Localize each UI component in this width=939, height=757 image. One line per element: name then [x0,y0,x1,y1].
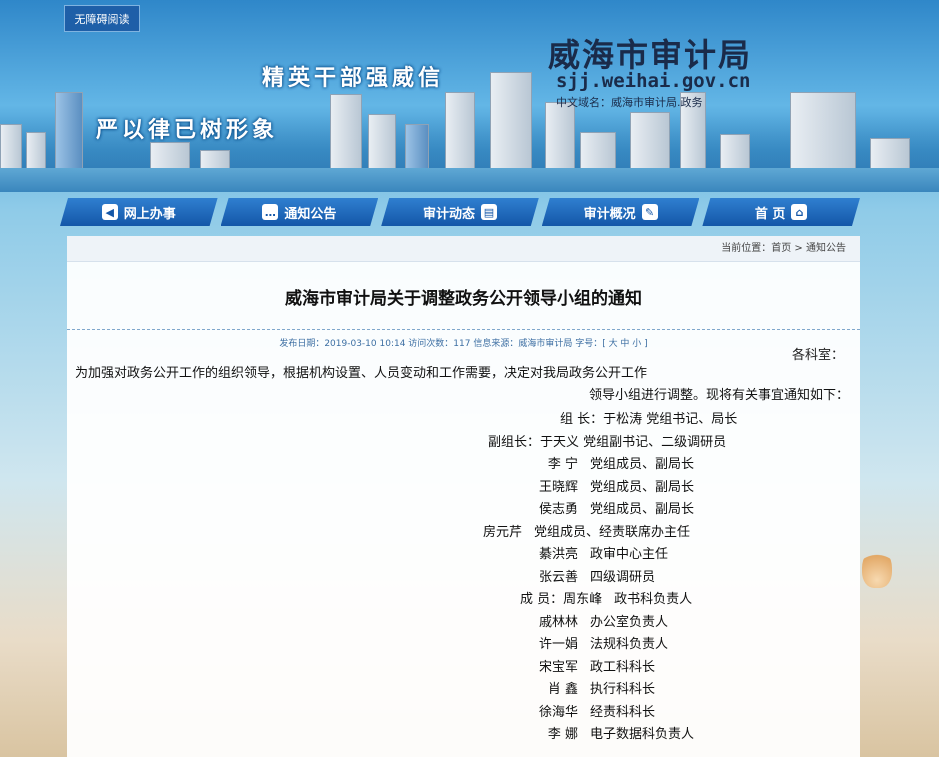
member-name: 徐海华 [538,704,578,720]
site-cn-domain: 中文域名：威海市审计局.政务 [556,96,703,109]
speaker-icon: ◀ [102,204,118,220]
member-role: 政审中心主任 [590,547,669,562]
accessibility-reading-button[interactable]: 无障碍阅读 [64,5,140,32]
list-item: 李 宁 党组成员、副局长 [520,454,737,477]
member-role: 政书科负责人 [614,592,693,607]
breadcrumb: 当前位置：首页 > 通知公告 [67,236,860,262]
list-item: 徐海华 经责科科长 [520,702,737,725]
member-name: 肖 鑫 [547,682,578,697]
slogan-1: 精英干部强威信 [262,65,445,91]
nav-label: 审计概况 [583,206,636,222]
member-name: 戚林林 [538,614,578,630]
member-role: 四级调研员 [590,569,656,585]
nav-item-notices[interactable]: … 通知公告 [221,198,379,226]
member-name: 成 员：周东峰 [520,592,603,607]
member-name: 綦洪亮 [538,547,578,562]
member-name: 王晓辉 [538,479,578,495]
list-item: 张云善 四级调研员 [520,567,737,590]
seashell-decoration [862,548,892,588]
book-icon: ▤ [481,204,497,220]
nav-item-home[interactable]: 首 页 ⌂ [702,198,860,226]
member-role: 政工科科长 [590,659,656,675]
member-name: 房元芹 [482,524,522,540]
nav-item-online-service[interactable]: ◀ 网上办事 [60,198,218,226]
profile-icon: ✎ [642,204,658,220]
member-name: 宋宝军 [538,659,578,675]
list-item: 房元芹 党组成员、经责联席办主任 [464,522,737,545]
member-list: 组 长：于松涛 党组书记、局长 副组长：于天义 党组副书记、二级调研员 李 宁 … [420,409,737,747]
list-item: 肖 鑫 执行科科长 [520,679,737,702]
member-role: 法规科负责人 [590,637,669,652]
home-icon: ⌂ [791,204,807,220]
article-title: 威海市审计局关于调整政务公开领导小组的通知 [285,289,642,309]
member-name: 李 宁 [547,457,578,472]
slogan-2: 严以律已树形象 [96,117,279,143]
list-item: 王晓辉 党组成员、副局长 [520,477,737,500]
member-name: 侯志勇 [538,502,578,517]
list-item: 许一娟 法规科负责人 [520,634,737,657]
paragraph-1: 为加强对政务公开工作的组织领导，根据机构设置、人员变动和工作需要，决定对我局政务… [75,366,648,381]
member-name: 许一娟 [538,637,578,652]
list-item: 李 娜 电子数据科负责人 [520,724,737,747]
nav-item-news[interactable]: 审计动态 ▤ [381,198,539,226]
sea-strip [0,168,939,192]
header-banner: 无障碍阅读 威海市审计局 sjj.weihai.gov.cn 中文域名：威海市审… [0,0,939,192]
nav-label: 首 页 [754,206,786,222]
article-meta: 发布日期：2019-03-10 10:14 访问次数：117 信息来源：威海市审… [279,339,648,349]
member-role: 党组成员、副局长 [590,502,695,517]
list-item: 宋宝军 政工科科长 [520,657,737,680]
chat-icon: … [262,204,278,220]
nav-label: 通知公告 [284,206,337,222]
list-item: 戚林林 办公室负责人 [520,612,737,635]
member-name: 李 娜 [547,727,578,742]
member-role: 经责科科长 [590,704,656,720]
main-nav: ◀ 网上办事 … 通知公告 审计动态 ▤ 审计概况 ✎ 首 页 ⌂ [60,198,860,226]
site-domain: sjj.weihai.gov.cn [556,70,751,92]
list-item: 侯志勇 党组成员、副局长 [520,499,737,522]
deputy-line: 副组长：于天义 党组副书记、二级调研员 [488,434,727,450]
paragraph-2: 领导小组进行调整。现将有关事宜通知如下： [588,388,849,403]
member-name: 张云善 [538,569,578,585]
article-greeting: 各科室： [792,348,845,363]
member-role: 党组成员、副局长 [590,457,695,472]
nav-item-overview[interactable]: 审计概况 ✎ [542,198,700,226]
list-item: 成 员：周东峰 政书科负责人 [520,589,737,612]
member-role: 电子数据科负责人 [590,727,695,742]
member-role: 办公室负责人 [590,614,669,630]
title-divider [67,329,860,330]
nav-label: 网上办事 [123,206,176,222]
member-role: 党组成员、副局长 [590,479,695,495]
nav-label: 审计动态 [422,206,475,222]
member-role: 执行科科长 [590,682,656,697]
list-item: 綦洪亮 政审中心主任 [520,544,737,567]
member-role: 党组成员、经责联席办主任 [534,524,691,540]
leader-line: 组 长：于松涛 党组书记、局长 [560,412,738,427]
article-body: 为加强对政务公开工作的组织领导，根据机构设置、人员变动和工作需要，决定对我局政务… [75,363,855,407]
